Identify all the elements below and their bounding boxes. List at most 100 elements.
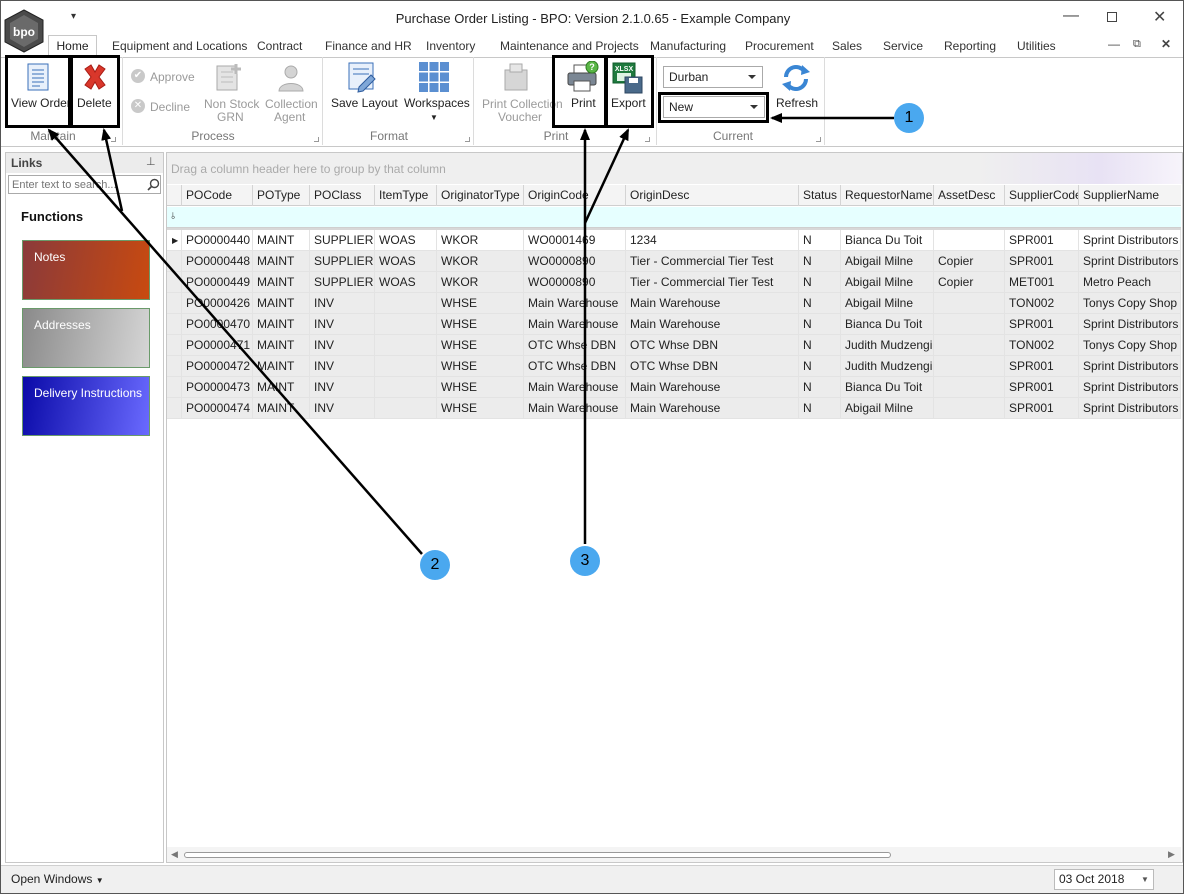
table-row[interactable]: PO0000473 MAINT INV WHSE Main Warehouse Main … <box>167 377 1181 398</box>
cell-origindesc[interactable]: Main Warehouse <box>626 398 799 419</box>
cell-potype[interactable]: MAINT <box>253 335 310 356</box>
filter-row[interactable]: ⫰ <box>167 207 1181 228</box>
mdi-minimize-icon[interactable]: — <box>1108 37 1120 51</box>
non-stock-grn-button[interactable]: Non Stock GRN <box>201 57 259 127</box>
cell-potype[interactable]: MAINT <box>253 230 310 251</box>
cell-suppliercode[interactable]: SPR001 <box>1005 314 1079 335</box>
cell-origindesc[interactable]: Tier - Commercial Tier Test <box>626 251 799 272</box>
print-collection-voucher-button[interactable]: Print Collection Voucher <box>479 57 563 127</box>
cell-itemtype[interactable] <box>375 335 437 356</box>
col-header-origindesc[interactable]: OriginDesc <box>626 185 799 206</box>
tab-contract[interactable]: Contract <box>257 37 302 57</box>
cell-potype[interactable]: MAINT <box>253 272 310 293</box>
table-row[interactable]: PO0000449 MAINT SUPPLIER WOAS WKOR WO0000890 T… <box>167 272 1181 293</box>
row-indicator[interactable] <box>167 293 182 314</box>
cell-assetdesc[interactable] <box>934 398 1005 419</box>
col-header-potype[interactable]: POType <box>253 185 310 206</box>
addresses-tile[interactable]: Addresses <box>22 308 150 368</box>
cell-origindesc[interactable]: OTC Whse DBN <box>626 335 799 356</box>
cell-suppliercode[interactable]: MET001 <box>1005 272 1079 293</box>
cell-origincode[interactable]: Main Warehouse <box>524 314 626 335</box>
open-windows-button[interactable]: Open Windows ▼ <box>11 872 104 886</box>
table-row[interactable]: PO0000470 MAINT INV WHSE Main Warehouse Main … <box>167 314 1181 335</box>
cell-suppliername[interactable]: Sprint Distributors Lo <box>1079 398 1181 419</box>
cell-poclass[interactable]: SUPPLIER <box>310 230 375 251</box>
cell-originatortype[interactable]: WKOR <box>437 251 524 272</box>
cell-origindesc[interactable]: Tier - Commercial Tier Test <box>626 272 799 293</box>
cell-originatortype[interactable]: WHSE <box>437 377 524 398</box>
row-indicator[interactable] <box>167 356 182 377</box>
maximize-icon[interactable] <box>1107 12 1117 22</box>
cell-suppliername[interactable]: Tonys Copy Shop <box>1079 335 1181 356</box>
cell-requestorname[interactable]: Bianca Du Toit <box>841 314 934 335</box>
cell-poclass[interactable]: INV <box>310 398 375 419</box>
cell-origincode[interactable]: Main Warehouse <box>524 398 626 419</box>
cell-status[interactable]: N <box>799 356 841 377</box>
cell-pocode[interactable]: PO0000426 <box>182 293 253 314</box>
calendar-dropdown-icon[interactable]: ▼ <box>1141 870 1149 889</box>
cell-itemtype[interactable] <box>375 377 437 398</box>
tab-equipment-and-locations[interactable]: Equipment and Locations <box>112 37 247 57</box>
cell-assetdesc[interactable] <box>934 377 1005 398</box>
cell-suppliername[interactable]: Sprint Distributors Lo <box>1079 251 1181 272</box>
cell-originatortype[interactable]: WKOR <box>437 230 524 251</box>
cell-origincode[interactable]: Main Warehouse <box>524 293 626 314</box>
group-launcher-icon[interactable] <box>111 137 116 142</box>
cell-itemtype[interactable] <box>375 398 437 419</box>
cell-suppliercode[interactable]: TON002 <box>1005 335 1079 356</box>
tab-service[interactable]: Service <box>883 37 923 57</box>
cell-status[interactable]: N <box>799 314 841 335</box>
cell-originatortype[interactable]: WHSE <box>437 314 524 335</box>
tab-utilities[interactable]: Utilities <box>1017 37 1056 57</box>
mdi-restore-icon[interactable]: ⧉ <box>1133 38 1141 51</box>
cell-itemtype[interactable]: WOAS <box>375 251 437 272</box>
cell-poclass[interactable]: INV <box>310 335 375 356</box>
col-header-suppliercode[interactable]: SupplierCode <box>1005 185 1079 206</box>
cell-itemtype[interactable] <box>375 356 437 377</box>
cell-potype[interactable]: MAINT <box>253 314 310 335</box>
cell-assetdesc[interactable] <box>934 356 1005 377</box>
row-indicator[interactable] <box>167 398 182 419</box>
row-indicator[interactable] <box>167 377 182 398</box>
cell-status[interactable]: N <box>799 377 841 398</box>
table-row[interactable]: PO0000448 MAINT SUPPLIER WOAS WKOR WO0000890 T… <box>167 251 1181 272</box>
cell-assetdesc[interactable] <box>934 335 1005 356</box>
table-row[interactable]: PO0000474 MAINT INV WHSE Main Warehouse Main … <box>167 398 1181 419</box>
cell-origindesc[interactable]: Main Warehouse <box>626 377 799 398</box>
cell-status[interactable]: N <box>799 398 841 419</box>
approve-button[interactable]: ✔ Approve <box>129 67 195 87</box>
row-indicator[interactable] <box>167 335 182 356</box>
cell-origincode[interactable]: WO0001469 <box>524 230 626 251</box>
cell-requestorname[interactable]: Judith Mudzengi <box>841 335 934 356</box>
table-row[interactable]: PO0000472 MAINT INV WHSE OTC Whse DBN OTC Whs… <box>167 356 1181 377</box>
cell-origindesc[interactable]: Main Warehouse <box>626 293 799 314</box>
table-row[interactable]: PO0000426 MAINT INV WHSE Main Warehouse Main … <box>167 293 1181 314</box>
cell-status[interactable]: N <box>799 272 841 293</box>
cell-pocode[interactable]: PO0000440 <box>182 230 253 251</box>
cell-suppliername[interactable]: Sprint Distributors Lo <box>1079 377 1181 398</box>
cell-suppliercode[interactable]: SPR001 <box>1005 356 1079 377</box>
links-search-input[interactable] <box>9 176 139 193</box>
tab-finance-and-hr[interactable]: Finance and HR <box>325 37 412 57</box>
cell-assetdesc[interactable] <box>934 230 1005 251</box>
cell-origincode[interactable]: Main Warehouse <box>524 377 626 398</box>
close-icon[interactable]: ✕ <box>1153 7 1166 27</box>
cell-requestorname[interactable]: Abigail Milne <box>841 293 934 314</box>
cell-potype[interactable]: MAINT <box>253 398 310 419</box>
cell-status[interactable]: N <box>799 335 841 356</box>
group-launcher-icon[interactable] <box>465 137 470 142</box>
cell-itemtype[interactable]: WOAS <box>375 272 437 293</box>
cell-origincode[interactable]: WO0000890 <box>524 251 626 272</box>
cell-poclass[interactable]: SUPPLIER <box>310 272 375 293</box>
cell-requestorname[interactable]: Bianca Du Toit <box>841 230 934 251</box>
col-header-originatortype[interactable]: OriginatorType <box>437 185 524 206</box>
cell-suppliername[interactable]: Sprint Distributors Lo <box>1079 314 1181 335</box>
cell-suppliername[interactable]: Tonys Copy Shop <box>1079 293 1181 314</box>
links-search-box[interactable] <box>8 175 161 194</box>
cell-requestorname[interactable]: Bianca Du Toit <box>841 377 934 398</box>
horizontal-scrollbar[interactable]: ◀ ▶ <box>167 847 1181 862</box>
cell-potype[interactable]: MAINT <box>253 377 310 398</box>
col-header-requestorname[interactable]: RequestorName <box>841 185 934 206</box>
site-dropdown[interactable]: Durban <box>663 66 763 88</box>
cell-poclass[interactable]: INV <box>310 293 375 314</box>
